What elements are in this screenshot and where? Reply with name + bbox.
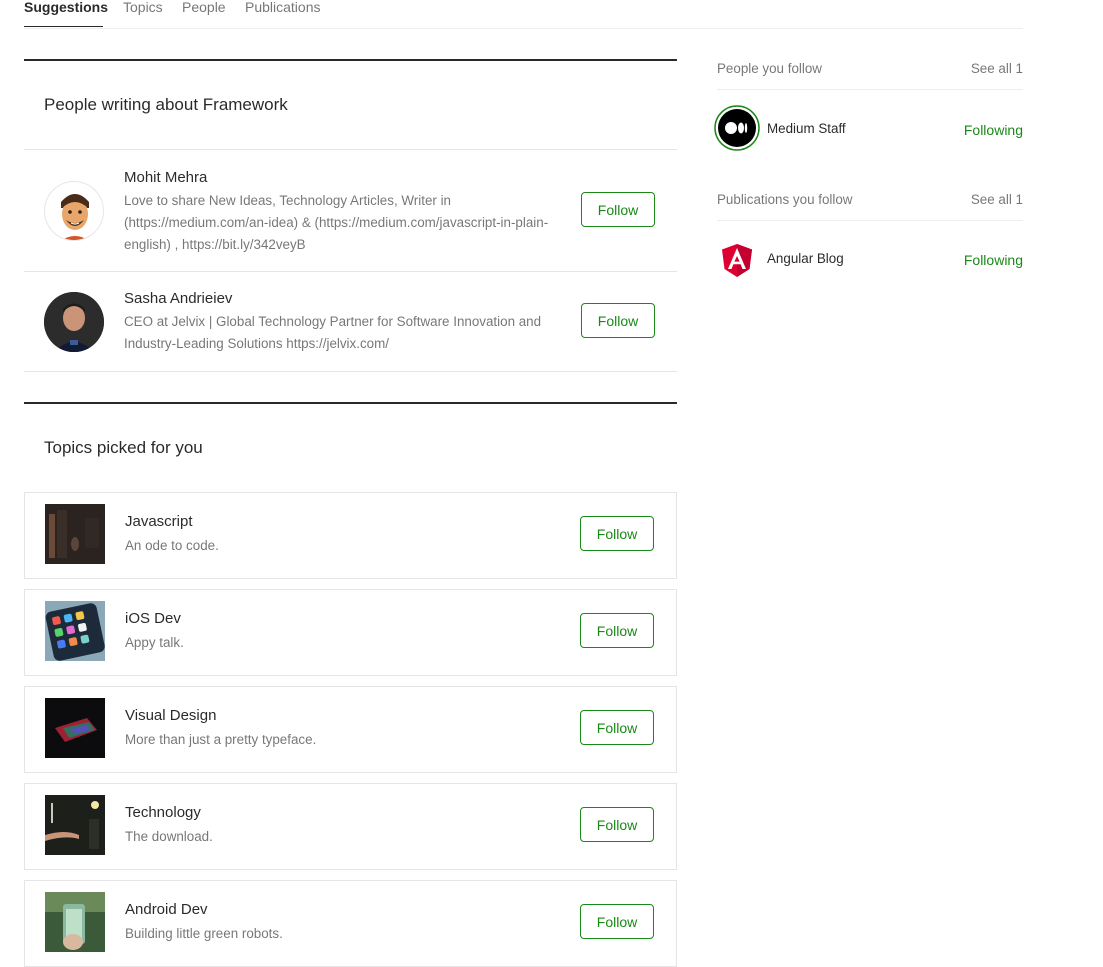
followed-person-name[interactable]: Medium Staff: [767, 121, 846, 136]
main-column: People writing about Framework Mohit Meh…: [24, 59, 677, 967]
topic-card-ios-dev[interactable]: iOS Dev Appy talk. Follow: [24, 589, 677, 676]
topic-description: The download.: [125, 829, 213, 844]
topic-thumbnail: [45, 504, 105, 564]
active-tab-indicator: [24, 26, 103, 27]
avatar[interactable]: [44, 292, 104, 352]
following-button[interactable]: Following: [964, 252, 1023, 268]
topic-image-icon: [45, 504, 105, 564]
tab-bar: Suggestions Topics People Publications: [24, 0, 1023, 29]
followed-person-item: Medium Staff Following: [714, 105, 1023, 155]
see-all-publications-link[interactable]: See all 1: [971, 192, 1023, 207]
topic-image-icon: [45, 892, 105, 952]
follow-button[interactable]: Follow: [581, 303, 655, 338]
medium-logo-icon: [714, 105, 760, 151]
topics-section-title: Topics picked for you: [44, 438, 203, 457]
topic-description: An ode to code.: [125, 538, 219, 553]
topic-image-icon: [45, 795, 105, 855]
topic-thumbnail: [45, 601, 105, 661]
person-name[interactable]: Mohit Mehra: [124, 169, 207, 186]
cartoon-avatar-icon: [46, 183, 103, 240]
topic-thumbnail: [45, 698, 105, 758]
follow-button[interactable]: Follow: [580, 807, 654, 842]
medium-staff-avatar[interactable]: [714, 105, 760, 151]
tab-topics[interactable]: Topics: [123, 0, 163, 15]
followed-publication-item: Angular Blog Following: [717, 243, 1023, 283]
follow-button[interactable]: Follow: [580, 516, 654, 551]
topic-card-visual-design[interactable]: Visual Design More than just a pretty ty…: [24, 686, 677, 773]
people-section-title: People writing about Framework: [44, 95, 288, 114]
topic-name[interactable]: Android Dev: [125, 901, 208, 918]
people-you-follow-title: People you follow: [717, 61, 822, 76]
topic-name[interactable]: iOS Dev: [125, 610, 181, 627]
tab-suggestions[interactable]: Suggestions: [24, 0, 108, 15]
sidebar: People you follow See all 1 Medium Staff…: [714, 59, 1023, 299]
topic-image-icon: [45, 601, 105, 661]
topic-card-android-dev[interactable]: Android Dev Building little green robots…: [24, 880, 677, 967]
topic-card-javascript[interactable]: Javascript An ode to code. Follow: [24, 492, 677, 579]
topic-name[interactable]: Javascript: [125, 513, 193, 530]
avatar[interactable]: [44, 181, 104, 241]
topic-description: Appy talk.: [125, 635, 184, 650]
people-you-follow-header: People you follow See all 1: [717, 59, 1023, 90]
publications-you-follow-header: Publications you follow See all 1: [717, 190, 1023, 221]
topic-card-technology[interactable]: Technology The download. Follow: [24, 783, 677, 870]
topic-name[interactable]: Visual Design: [125, 707, 216, 724]
topic-thumbnail: [45, 795, 105, 855]
topic-description: More than just a pretty typeface.: [125, 732, 317, 747]
person-row: Mohit Mehra Love to share New Ideas, Tec…: [24, 149, 677, 271]
follow-button[interactable]: Follow: [580, 904, 654, 939]
topic-image-icon: [45, 698, 105, 758]
person-name[interactable]: Sasha Andrieiev: [124, 290, 232, 307]
topics-section-header: Topics picked for you: [24, 402, 677, 492]
angular-logo-icon: [722, 244, 752, 277]
person-bio: Love to share New Ideas, Technology Arti…: [124, 193, 549, 252]
angular-blog-logo[interactable]: [721, 243, 753, 279]
following-button[interactable]: Following: [964, 122, 1023, 138]
topic-description: Building little green robots.: [125, 926, 283, 941]
publications-you-follow-title: Publications you follow: [717, 192, 853, 207]
person-bio: CEO at Jelvix | Global Technology Partne…: [124, 314, 542, 351]
tab-publications[interactable]: Publications: [245, 0, 321, 15]
photo-avatar-icon: [44, 292, 104, 352]
see-all-people-link[interactable]: See all 1: [971, 61, 1023, 76]
person-row: Sasha Andrieiev CEO at Jelvix | Global T…: [24, 271, 677, 372]
follow-button[interactable]: Follow: [581, 192, 655, 227]
people-section-header: People writing about Framework: [24, 59, 677, 149]
topic-name[interactable]: Technology: [125, 804, 201, 821]
tab-people[interactable]: People: [182, 0, 226, 15]
follow-button[interactable]: Follow: [580, 613, 654, 648]
topic-thumbnail: [45, 892, 105, 952]
follow-button[interactable]: Follow: [580, 710, 654, 745]
followed-publication-name[interactable]: Angular Blog: [767, 251, 844, 266]
